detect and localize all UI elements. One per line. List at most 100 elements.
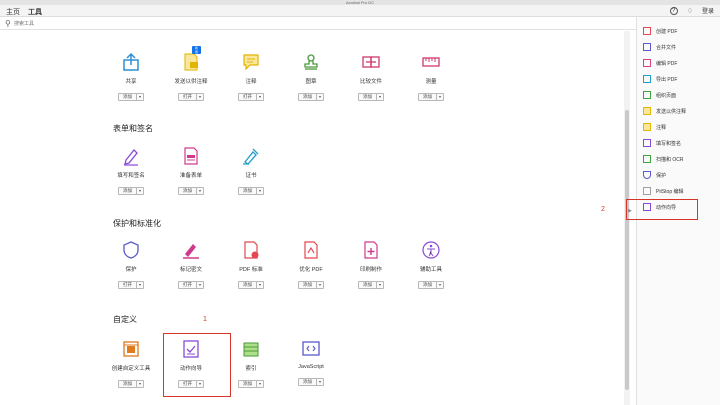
tool-protect[interactable]: 保护 打开 ▾ [101,240,161,291]
search-input[interactable] [14,19,214,28]
add-button[interactable]: 添加 [359,282,376,288]
panel-item-export-pdf[interactable]: 导出 PDF [643,75,677,83]
chevron-down-icon[interactable]: ▾ [376,94,383,100]
tool-redact[interactable]: 标记密文 打开 ▾ [161,240,221,291]
tool-pdf-standards[interactable]: PDF 标准 添加 ▾ [221,240,281,291]
add-button[interactable]: 添加 [299,379,316,385]
chevron-down-icon[interactable]: ▾ [136,381,143,387]
panel-item-send-comments[interactable]: 发送以供注释 [643,107,686,115]
panel-item-comment[interactable]: 注释 [643,123,666,131]
section-title-custom: 自定义 [113,315,137,324]
tool-name: 证书 [245,173,257,179]
print-production-icon [361,240,381,260]
open-button[interactable]: 打开 [179,282,196,288]
tool-name: PDF 标准 [239,267,263,273]
tool-optimize-pdf[interactable]: 优化 PDF 添加 ▾ [281,240,341,291]
tool-prepare-form[interactable]: 准备表单 添加 ▾ [161,146,221,197]
annotation-label-2: 2 [601,206,605,213]
add-button[interactable]: 添加 [239,188,256,194]
chevron-down-icon[interactable]: ▾ [256,94,263,100]
add-button[interactable]: 添加 [239,381,256,387]
open-button[interactable]: 打开 [119,282,136,288]
panel-item-combine[interactable]: 合并文件 [643,43,676,51]
tool-measure[interactable]: 测量 添加 ▾ [401,52,461,103]
tool-create-custom-tool[interactable]: 创建自定义工具 添加 ▾ [101,339,161,390]
measure-icon [421,52,441,72]
tool-accessibility[interactable]: 辅助工具 添加 ▾ [401,240,461,291]
panel-item-label: 合并文件 [656,44,677,51]
export-pdf-icon [643,75,651,83]
tool-javascript[interactable]: JavaScript 添加 ▾ [281,339,341,388]
tool-share[interactable]: 共享 添加 ▾ [101,52,161,103]
panel-item-create-pdf[interactable]: 创建 PDF [643,27,677,35]
chevron-down-icon[interactable]: ▾ [136,94,143,100]
redact-icon [181,240,201,260]
chevron-down-icon[interactable]: ▾ [136,188,143,194]
organize-pages-icon [643,91,651,99]
tool-name: 发送以供注释 [174,79,208,85]
tool-name: 印刷制作 [359,267,382,273]
add-button[interactable]: 添加 [299,282,316,288]
chevron-down-icon[interactable]: ▾ [316,94,323,100]
bell-icon[interactable]: ♢ [687,7,693,15]
panel-item-label: 扫描和 OCR [656,156,684,163]
open-button[interactable]: 打开 [179,94,196,100]
chevron-down-icon[interactable]: ▾ [196,94,203,100]
chevron-down-icon[interactable]: ▾ [256,282,263,288]
panel-item-scan-ocr[interactable]: 扫描和 OCR [643,155,684,163]
panel-item-organize[interactable]: 组织页面 [643,91,676,99]
chevron-down-icon[interactable]: ▾ [316,379,323,385]
scrollbar-thumb[interactable] [625,110,629,390]
edit-pdf-icon [643,59,651,67]
chevron-down-icon[interactable]: ▾ [256,381,263,387]
index-icon [241,339,261,359]
chevron-down-icon[interactable]: ▾ [196,188,203,194]
add-button[interactable]: 添加 [239,282,256,288]
add-button[interactable]: 添加 [419,94,436,100]
add-button[interactable]: 添加 [359,94,376,100]
compare-icon [361,52,381,72]
tool-print-production[interactable]: 印刷制作 添加 ▾ [341,240,401,291]
chevron-down-icon[interactable]: ▾ [376,282,383,288]
tab-home[interactable]: 主页 [6,7,20,17]
tool-name: 标记密文 [179,267,202,273]
login-button[interactable]: 登录 [702,6,714,15]
help-icon[interactable]: ? [669,6,678,15]
chevron-down-icon[interactable]: ▾ [256,188,263,194]
add-button[interactable]: 添加 [119,381,136,387]
pdf-standards-icon [241,240,261,260]
add-button[interactable]: 添加 [119,188,136,194]
panel-item-fill-sign[interactable]: 填写和签名 [643,139,681,147]
chevron-down-icon[interactable]: ▾ [436,282,443,288]
stamp-icon [301,52,321,72]
panel-item-pitstop[interactable]: PitStop 编辑 [643,187,684,195]
tool-send-for-comments[interactable]: 新增 发送以供注释 打开 ▾ [161,46,221,103]
send-comments-icon: 新增 [181,46,201,72]
add-button[interactable]: 添加 [179,188,196,194]
section-title-protect: 保护和标准化 [113,219,161,228]
tool-fill-sign[interactable]: 填写和签名 添加 ▾ [101,146,161,197]
add-button[interactable]: 添加 [419,282,436,288]
chevron-down-icon[interactable]: ▾ [136,282,143,288]
chevron-down-icon[interactable]: ▾ [436,94,443,100]
tool-compare[interactable]: 比较文件 添加 ▾ [341,52,401,103]
chevron-down-icon[interactable]: ▾ [316,282,323,288]
tool-certificate[interactable]: 证书 添加 ▾ [221,146,281,197]
add-button[interactable]: 添加 [299,94,316,100]
add-button[interactable]: 添加 [119,94,136,100]
optimize-pdf-icon [301,240,321,260]
tool-comment[interactable]: 注释 打开 ▾ [221,52,281,103]
section-title-forms: 表单和签名 [113,124,153,133]
chevron-down-icon[interactable]: ▾ [196,282,203,288]
panel-item-edit-pdf[interactable]: 编辑 PDF [643,59,677,67]
open-button[interactable]: 打开 [239,94,256,100]
tool-name: 辅助工具 [419,267,442,273]
panel-item-label: 编辑 PDF [656,60,678,67]
new-badge: 新增 [192,46,201,54]
fill-sign-icon [121,146,141,166]
panel-item-label: 导出 PDF [656,76,678,83]
accessibility-icon [421,240,441,260]
tool-stamp[interactable]: 图章 添加 ▾ [281,52,341,103]
search-bar: ⚲ [0,17,636,30]
panel-item-protect[interactable]: 保护 [643,171,666,179]
